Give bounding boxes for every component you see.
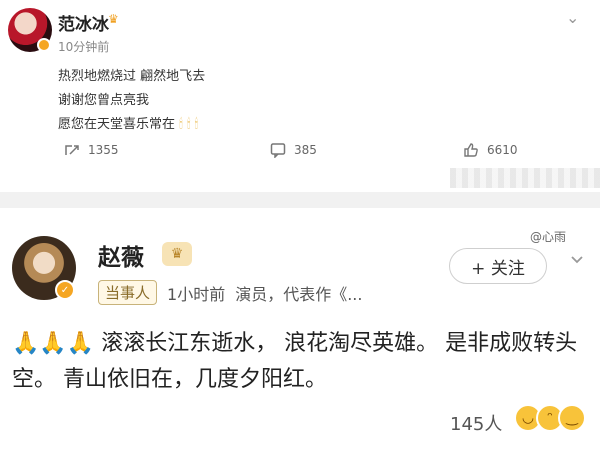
verified-badge-icon: ✓	[55, 280, 75, 300]
crown-icon: ♛	[162, 242, 192, 266]
post-actions: 1355 385 6610	[0, 142, 600, 166]
author-name[interactable]: 范冰冰	[58, 10, 109, 35]
watermark: @心雨	[528, 228, 569, 245]
smile-emoji-icon: ‿	[558, 404, 586, 432]
feed-divider	[0, 192, 600, 208]
blurred-region	[450, 168, 600, 188]
comment-count: 385	[294, 143, 317, 157]
like-count: 6610	[487, 143, 518, 157]
pray-icons: 🙏🙏🙏	[12, 331, 95, 356]
verified-badge-icon	[37, 38, 51, 52]
post-line: 谢谢您曾点亮我	[58, 93, 150, 108]
post-body: 🙏🙏🙏 滚滚长江东逝水， 浪花淘尽英雄。 是非成败转头空。 青山依旧在，几度夕阳…	[12, 326, 592, 398]
author-meta: 当事人 1小时前 演员，代表作《...	[98, 280, 362, 305]
reaction-count[interactable]: 145人	[450, 410, 502, 436]
share-count: 1355	[88, 143, 119, 157]
like-icon	[463, 142, 479, 158]
reaction-bar: 145人 ◡ ᵔ ‿	[0, 404, 600, 444]
more-icon[interactable]	[568, 250, 586, 272]
post-line: 愿您在天堂喜乐常在 🕯🕯🕯	[58, 113, 205, 137]
post-card-2: ✓ 赵薇 ♛ 当事人 1小时前 演员，代表作《... + 关注 🙏🙏🙏 滚滚长江…	[0, 208, 600, 471]
author-bio: 演员，代表作《...	[235, 284, 363, 304]
like-button[interactable]: 6610	[463, 142, 518, 158]
comment-button[interactable]: 385	[270, 142, 317, 158]
comment-icon	[270, 142, 286, 158]
author-name[interactable]: 赵薇	[98, 238, 144, 272]
post-time: 10分钟前	[58, 40, 110, 54]
follow-button[interactable]: + 关注	[449, 248, 547, 284]
post-line-text: 愿您在天堂喜乐常在	[58, 117, 176, 132]
post-time: 1小时前	[167, 284, 226, 304]
status-badge: 当事人	[98, 280, 158, 305]
more-icon[interactable]: ⌄	[566, 8, 579, 27]
post-text: 滚滚长江东逝水， 浪花淘尽英雄。 是非成败转头空。 青山依旧在，几度夕阳红。	[12, 331, 578, 392]
post-body: 热烈地燃烧过 翩然地飞去 谢谢您曾点亮我 愿您在天堂喜乐常在 🕯🕯🕯	[58, 65, 205, 137]
post-card-1: 范冰冰 ♛ 10分钟前 ⌄ 热烈地燃烧过 翩然地飞去 谢谢您曾点亮我 愿您在天堂…	[0, 0, 600, 192]
share-button[interactable]: 1355	[64, 142, 119, 158]
candle-icons: 🕯🕯🕯	[179, 117, 203, 132]
share-icon	[64, 142, 80, 158]
crown-icon: ♛	[108, 12, 119, 26]
reaction-faces[interactable]: ◡ ᵔ ‿	[514, 404, 586, 432]
post-line: 热烈地燃烧过 翩然地飞去	[58, 69, 206, 84]
